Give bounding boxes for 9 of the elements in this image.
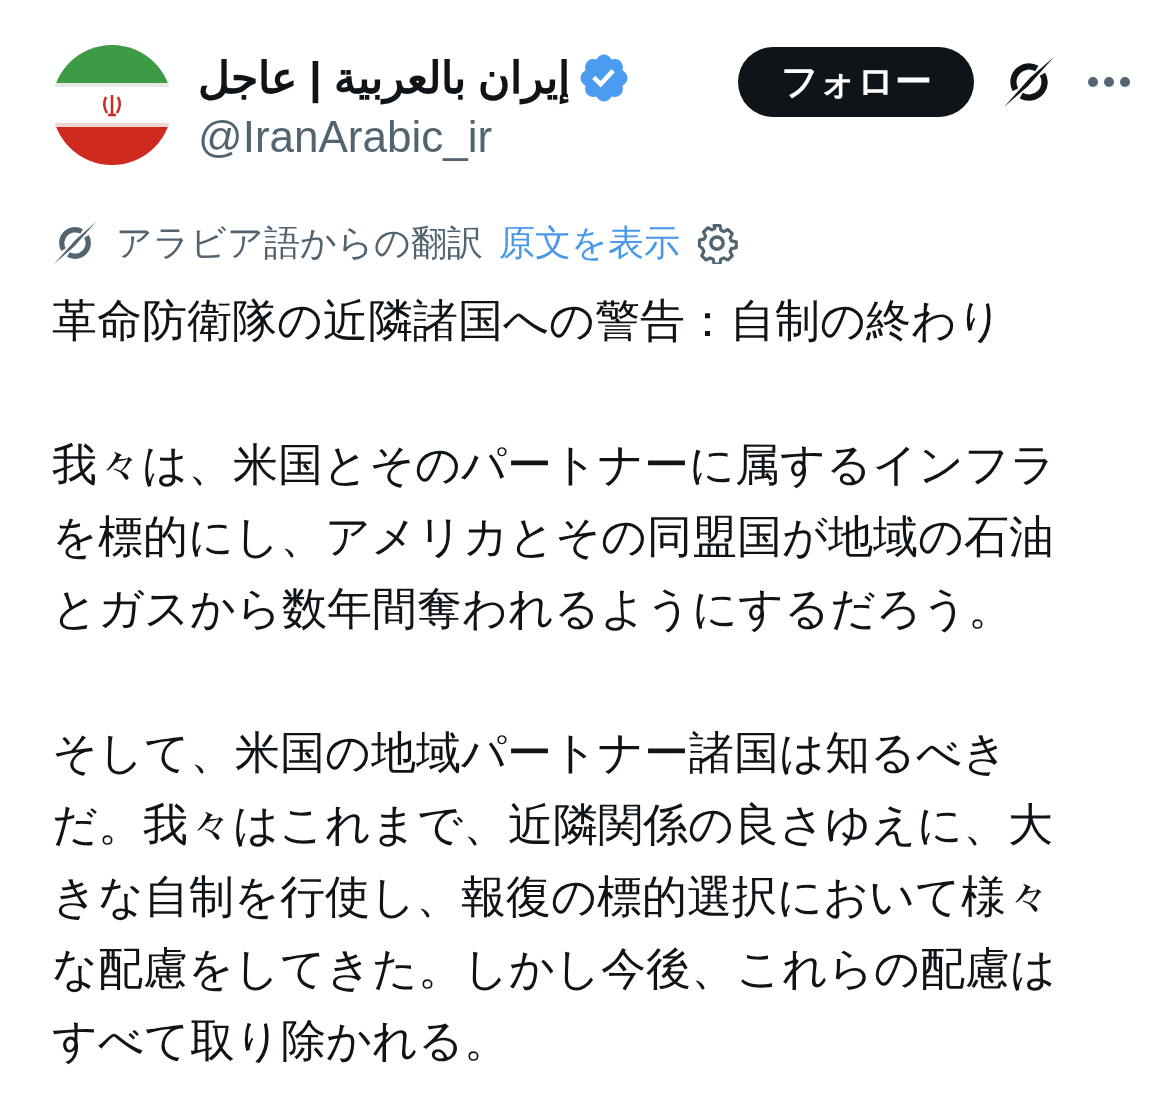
account-name[interactable]: إيران بالعربية | عاجل (198, 52, 570, 104)
post-paragraph: 革命防衛隊の近隣諸国への警告：自制の終わり (52, 294, 1003, 348)
more-icon[interactable] (1088, 77, 1130, 87)
post-paragraph: 我々は、米国とそのパートナーに属するインフラ を標的にし、アメリカとその同盟国が地域の石油 とガスから数年間奪われるようにするだろう。 (52, 438, 1056, 636)
account-handle[interactable]: @IranArabic_ir (198, 111, 628, 163)
settings-icon[interactable] (696, 222, 738, 264)
post-paragraph: そして、米国の地域パートナー諸国は知るべき だ。我々はこれまで、近隣関係の良さゆえに、大 きな自制を行使し、報復の標的選択において様々 な配慮をしてきた。しかし今後、これらの配慮は すべて取り除かれる。 (52, 726, 1056, 1068)
translation-label: アラビア語からの翻訳 (116, 221, 483, 265)
follow-button[interactable]: フォロー (738, 47, 974, 117)
